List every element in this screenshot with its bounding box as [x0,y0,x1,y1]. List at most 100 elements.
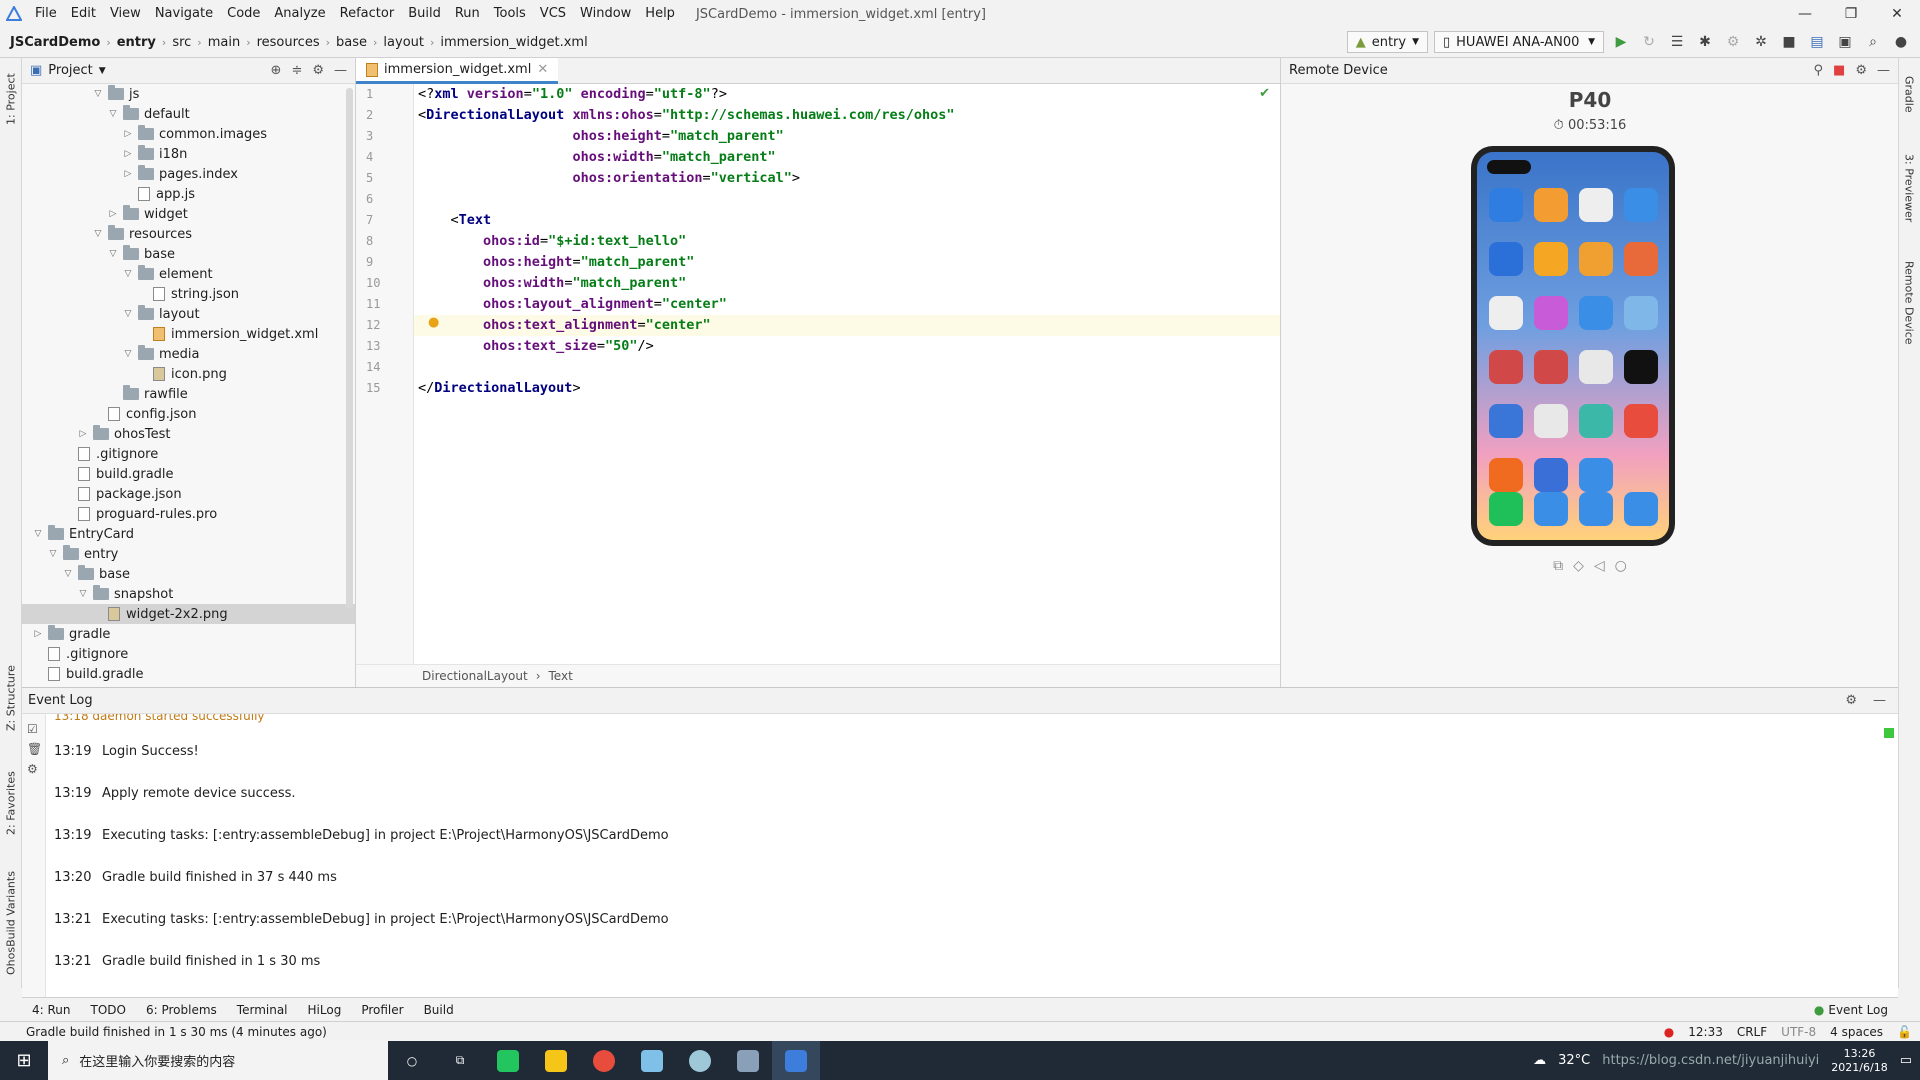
file-encoding[interactable]: UTF-8 [1781,1025,1816,1039]
gradle-tool-tab[interactable]: Gradle [1898,64,1920,124]
close-icon[interactable]: ✕ [537,62,548,77]
weather-temp[interactable]: 32°C [1558,1053,1590,1068]
tool-window-button[interactable]: Terminal [227,1003,298,1017]
taskbar-search[interactable]: ⌕ 在这里输入你要搜索的内容 [48,1041,388,1080]
tree-item[interactable]: package.json [22,484,355,504]
chevron-down-icon[interactable]: ▽ [62,569,74,579]
task-view-icon[interactable]: ⧉ [436,1041,484,1080]
tree-item[interactable]: string.json [22,284,355,304]
gear-icon[interactable]: ⚙ [312,63,324,78]
code-line[interactable]: ohos:id="$+id:text_hello" [414,231,1280,252]
phone-app-icon[interactable] [1489,188,1523,222]
menu-code[interactable]: Code [220,0,267,28]
status-message[interactable]: Gradle build finished in 1 s 30 ms (4 mi… [26,1025,327,1039]
debug-icon[interactable]: ✱ [1694,31,1716,53]
code-line[interactable]: ohos:height="match_parent" [414,252,1280,273]
calculator-icon[interactable] [724,1041,772,1080]
tool-window-button[interactable]: 4: Run [22,1003,81,1017]
tree-item[interactable]: .gitignore [22,444,355,464]
chevron-right-icon[interactable]: ▷ [122,149,134,159]
pin-icon[interactable]: ⚲ [1814,63,1824,78]
phone-screen[interactable] [1477,152,1669,540]
search-icon[interactable]: ⌕ [1862,31,1884,53]
back-icon[interactable]: ◁ [1594,558,1605,574]
tree-item[interactable]: ▽ snapshot [22,584,355,604]
phone-app-icon[interactable] [1534,404,1568,438]
chevron-right-icon[interactable]: ▷ [122,129,134,139]
phone-app-icon[interactable] [1579,404,1613,438]
chevron-right-icon[interactable]: ▷ [32,629,44,639]
tree-item[interactable]: ▽ base [22,244,355,264]
code-line[interactable]: ohos:text_alignment="center" [414,315,1280,336]
code-area[interactable]: 1 2 3 4 5 6 7 8 9 10 11 12 13 14 15 <?xml version="1.0… [356,84,1280,664]
locate-icon[interactable]: ⊕ [271,63,282,78]
notes-app-icon[interactable] [628,1041,676,1080]
tree-item[interactable]: ▽ js [22,84,355,104]
code-line[interactable]: ohos:width="match_parent" [414,273,1280,294]
collapse-all-icon[interactable]: ≑ [291,63,302,78]
tree-item[interactable]: proguard-rules.pro [22,504,355,524]
phone-dock-icon[interactable] [1534,492,1568,526]
tool-window-button[interactable]: Build [414,1003,464,1017]
phone-dock-icon[interactable] [1489,492,1523,526]
phone-app-icon[interactable] [1489,458,1523,492]
chevron-down-icon[interactable]: ▼ [99,66,106,76]
phone-app-icon[interactable] [1624,296,1658,330]
run-config-combo[interactable]: ▲ entry ▼ [1346,31,1428,53]
rotate-icon[interactable]: ◇ [1573,558,1584,574]
chevron-right-icon[interactable]: ▷ [77,429,89,439]
tool-app-icon[interactable] [676,1041,724,1080]
sync-icon[interactable]: ▤ [1806,31,1828,53]
phone-app-icon[interactable] [1489,242,1523,276]
phone-app-icon[interactable] [1489,350,1523,384]
phone-app-icon[interactable] [1534,242,1568,276]
home-icon[interactable]: ○ [1615,558,1627,574]
menu-refactor[interactable]: Refactor [333,0,402,28]
favorites-tool-tab[interactable]: 2: Favorites [0,758,22,848]
tool-window-button[interactable]: HiLog [298,1003,352,1017]
phone-app-icon[interactable] [1534,350,1568,384]
bulb-icon[interactable]: ● [428,315,439,330]
coverage-icon[interactable]: ☰ [1666,31,1688,53]
chevron-right-icon[interactable]: ▷ [122,169,134,179]
breadcrumb-item[interactable]: main [208,35,240,50]
breadcrumb-item[interactable]: entry [117,35,156,50]
phone-app-icon[interactable] [1534,458,1568,492]
code-line[interactable]: ohos:width="match_parent" [414,147,1280,168]
breadcrumb-item[interactable]: resources [257,35,320,50]
tree-item[interactable]: build.gradle [22,464,355,484]
phone-app-icon[interactable] [1534,188,1568,222]
tree-item[interactable]: ▷ common.images [22,124,355,144]
editor-crumb-2[interactable]: Text [549,669,573,683]
tree-item[interactable]: icon.png [22,364,355,384]
gear-icon[interactable]: ⚙ [1845,693,1857,708]
code-line[interactable] [414,189,1280,210]
tool-window-button[interactable]: 6: Problems [136,1003,227,1017]
chevron-down-icon[interactable]: ▽ [77,589,89,599]
tree-item[interactable]: ▷ gradle [22,624,355,644]
editor-tab[interactable]: immersion_widget.xml ✕ [356,58,559,84]
code-line[interactable]: ohos:height="match_parent" [414,126,1280,147]
tree-item[interactable]: ▷ i18n [22,144,355,164]
menu-navigate[interactable]: Navigate [148,0,220,28]
editor-crumb-1[interactable]: DirectionalLayout [422,669,528,683]
menu-run[interactable]: Run [448,0,487,28]
user-icon[interactable]: ● [1890,31,1912,53]
tree-item[interactable]: .gitignore [22,644,355,664]
tree-item[interactable]: app.js [22,184,355,204]
chevron-down-icon[interactable]: ▽ [122,309,134,319]
phone-app-icon[interactable] [1624,188,1658,222]
phone-app-icon[interactable] [1624,350,1658,384]
chevron-down-icon[interactable]: ▽ [107,249,119,259]
code-line[interactable]: <Text [414,210,1280,231]
chevron-down-icon[interactable]: ▽ [92,229,104,239]
code-line[interactable]: ohos:orientation="vertical"> [414,168,1280,189]
chevron-down-icon[interactable]: ▽ [47,549,59,559]
chevron-down-icon[interactable]: ▽ [92,89,104,99]
phone-app-icon[interactable] [1579,350,1613,384]
variants-tool-tab[interactable]: OhosBuild Variants [0,858,22,988]
file-explorer-icon[interactable] [532,1041,580,1080]
settings-icon[interactable]: ⚙ [27,762,45,776]
tree-item[interactable]: ▽ element [22,264,355,284]
tree-item[interactable]: ▽ layout [22,304,355,324]
